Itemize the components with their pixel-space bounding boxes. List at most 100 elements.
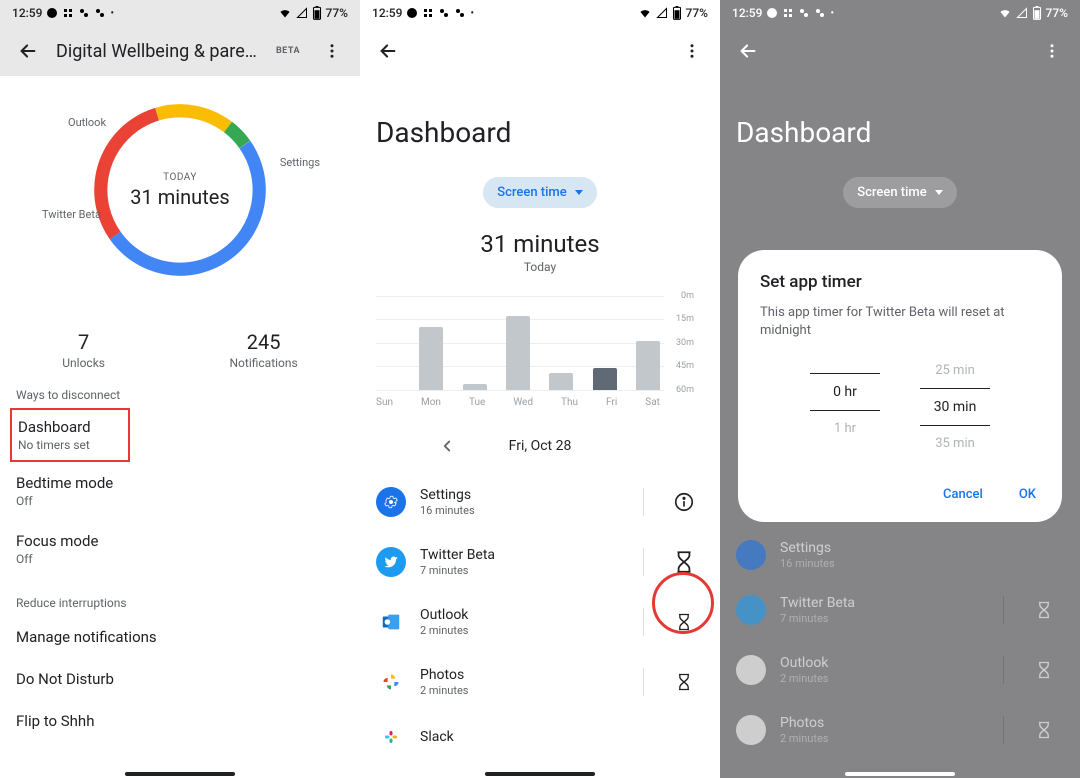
info-button[interactable] [664, 482, 704, 522]
dashboard-title: Dashboard [18, 418, 122, 436]
overflow-button[interactable] [1032, 31, 1072, 71]
status-time: 12:59 [12, 6, 42, 20]
slack-icon [376, 722, 406, 752]
x-tick: Wed [513, 397, 533, 408]
gesture-bar[interactable] [125, 772, 235, 776]
hour-above [810, 357, 880, 369]
hourglass-icon [674, 672, 694, 692]
arrow-back-icon [17, 40, 39, 62]
section-reduce: Reduce interruptions [0, 578, 360, 616]
wifi-icon [278, 7, 292, 19]
overflow-button[interactable] [672, 31, 712, 71]
wifi-icon [638, 7, 652, 19]
screen-time-today: Today [360, 260, 720, 274]
screen-time-chip[interactable]: Screen time [483, 177, 596, 208]
flip-row[interactable]: Flip to Shhh [0, 700, 360, 742]
timer-button-bg [1024, 650, 1064, 690]
status-battery: 77% [326, 6, 348, 20]
notifications-stat[interactable]: 245 Notifications [230, 330, 298, 370]
timer-button-bg [1024, 710, 1064, 750]
chart-bar[interactable] [419, 327, 443, 390]
dialog-body: This app timer for Twitter Beta will res… [760, 304, 1040, 339]
back-button[interactable] [728, 31, 768, 71]
chart-bar[interactable] [463, 384, 487, 390]
app-duration: 16 minutes [420, 504, 623, 517]
app-row-settings[interactable]: Settings 16 minutes [360, 472, 720, 532]
photos-icon [736, 715, 766, 745]
app-name: Slack [420, 729, 704, 745]
app-row-slack[interactable]: Slack [360, 712, 720, 752]
donut-center: TODAY 31 minutes [70, 80, 290, 300]
unlocks-label: Unlocks [62, 356, 105, 370]
hour-below: 1 hr [810, 415, 880, 442]
cancel-button[interactable]: Cancel [939, 481, 987, 508]
battery-icon [312, 6, 322, 20]
battery-icon [672, 6, 682, 20]
photos-icon [376, 667, 406, 697]
chevron-left-icon [438, 437, 456, 455]
hour-selected: 0 hr [810, 373, 880, 411]
bedtime-row[interactable]: Bedtime mode Off [0, 462, 360, 520]
divider [643, 608, 644, 636]
app-icon [798, 7, 810, 19]
app-duration: 7 minutes [420, 564, 623, 577]
donut-label-settings: Settings [280, 156, 320, 169]
dashboard-row[interactable]: Dashboard No timers set [10, 408, 130, 462]
x-tick: Sat [645, 397, 660, 408]
signal-icon [296, 7, 308, 19]
manage-title: Manage notifications [16, 628, 344, 646]
x-tick: Tue [469, 397, 485, 408]
donut-label-outlook: Outlook [68, 116, 106, 129]
gesture-bar[interactable] [845, 772, 955, 776]
app-icon [438, 7, 450, 19]
x-tick: Mon [421, 397, 441, 408]
focus-row[interactable]: Focus mode Off [0, 520, 360, 578]
more-notif-dot: • [110, 8, 114, 19]
chart-bar[interactable] [636, 341, 660, 390]
manage-notifications-row[interactable]: Manage notifications [0, 616, 360, 658]
app-row-photos[interactable]: Photos 2 minutes [360, 652, 720, 712]
screen-time-chip[interactable]: Screen time [843, 177, 956, 208]
timer-button-photos[interactable] [664, 662, 704, 702]
chart-bar[interactable] [549, 373, 573, 390]
settings-icon [736, 540, 766, 570]
slack-icon [782, 7, 794, 19]
chart-bar[interactable] [593, 368, 617, 390]
screen-time-total: 31 minutes [360, 230, 720, 258]
back-button[interactable] [368, 31, 408, 71]
ok-button[interactable]: OK [1015, 481, 1040, 508]
app-icon [94, 7, 106, 19]
app-name: Photos [420, 667, 623, 683]
chart-bar[interactable] [506, 316, 530, 390]
overflow-button[interactable] [312, 31, 352, 71]
signal-icon [1016, 7, 1028, 19]
dnd-title: Do Not Disturb [16, 670, 344, 688]
usage-donut[interactable]: TODAY 31 minutes Outlook Settings Twitte… [70, 80, 290, 300]
more-vert-icon [323, 42, 341, 60]
status-time: 12:59 [732, 6, 762, 20]
status-time: 12:59 [372, 6, 402, 20]
outlook-icon [376, 607, 406, 637]
minute-picker[interactable]: 25 min 30 min 35 min [920, 357, 990, 457]
app-icon [814, 7, 826, 19]
dnd-row[interactable]: Do Not Disturb [0, 658, 360, 700]
app-name: Settings [420, 487, 623, 503]
app-icon [78, 7, 90, 19]
hourglass-icon [1034, 660, 1054, 680]
status-bar: 12:59 • 77% [0, 0, 360, 26]
more-vert-icon [683, 42, 701, 60]
back-button[interactable] [8, 31, 48, 71]
status-bar: 12:59 • 77% [720, 0, 1080, 26]
app-row-outlook-bg: Outlook2 minutes [720, 640, 1080, 700]
status-bar: 12:59 • 77% [360, 0, 720, 26]
app-duration: 2 minutes [420, 684, 623, 697]
weekly-chart[interactable]: 0m15m30m45m60m SunMonTueWedThuFriSat [376, 296, 692, 406]
wifi-icon [998, 7, 1012, 19]
prev-day-button[interactable] [433, 432, 461, 460]
slack-icon [62, 7, 74, 19]
gesture-bar[interactable] [485, 772, 595, 776]
unlocks-stat[interactable]: 7 Unlocks [62, 330, 105, 370]
minute-above: 25 min [920, 357, 990, 384]
hour-picker[interactable]: 0 hr 1 hr [810, 357, 880, 457]
chevron-down-icon [935, 190, 943, 195]
